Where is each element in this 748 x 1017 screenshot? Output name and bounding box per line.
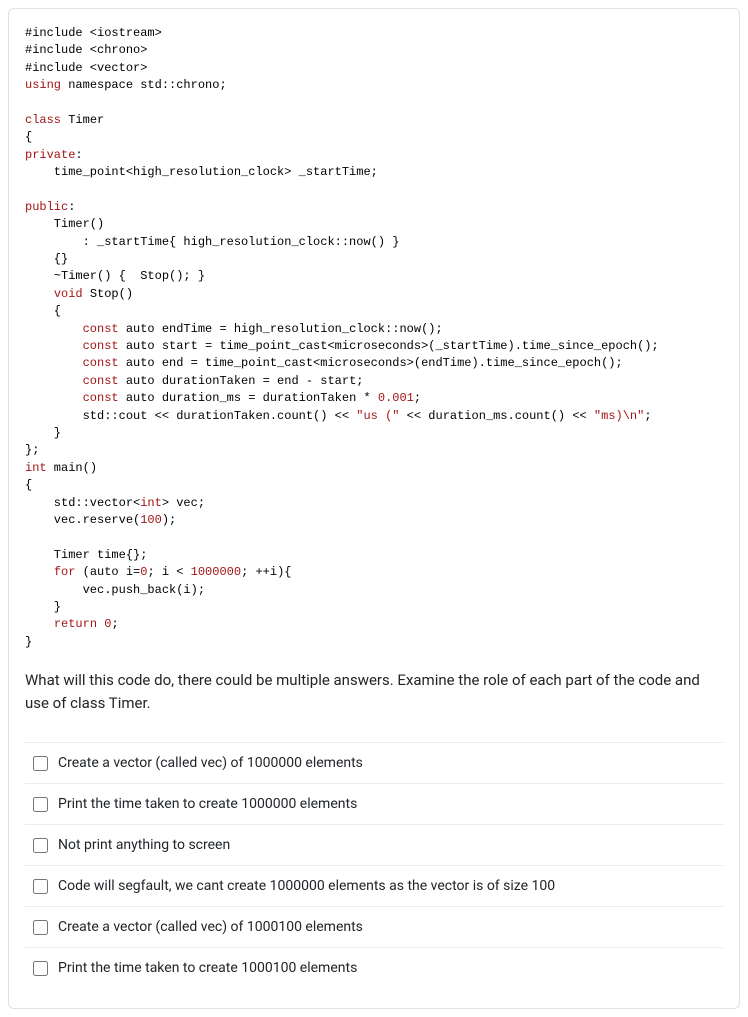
code-text: << duration_ms.count() << — [399, 409, 593, 423]
code-kw: using — [25, 78, 61, 92]
code-kw: class — [25, 113, 61, 127]
question-text: What will this code do, there could be m… — [25, 669, 723, 714]
code-text: namespace std::chrono; — [61, 78, 227, 92]
code-line: {} — [25, 252, 68, 266]
code-text: auto endTime = high_resolution_clock::no… — [119, 322, 443, 336]
code-text: ; ++i){ — [241, 565, 291, 579]
answer-checkbox[interactable] — [33, 879, 48, 894]
code-line: : _startTime{ high_resolution_clock::now… — [25, 235, 399, 249]
code-text: ; — [111, 617, 118, 631]
code-kw: const — [83, 322, 119, 336]
code-text — [25, 339, 83, 353]
code-text — [25, 287, 54, 301]
code-kw: public — [25, 200, 68, 214]
code-text: ; i < — [147, 565, 190, 579]
code-text: : — [68, 200, 75, 214]
code-line: ~Timer() { Stop(); } — [25, 269, 205, 283]
code-text: ; — [414, 391, 421, 405]
answer-checkbox[interactable] — [33, 756, 48, 771]
code-text — [25, 617, 54, 631]
code-line: { — [25, 130, 32, 144]
code-line: } — [25, 600, 61, 614]
code-text: main() — [47, 461, 97, 475]
code-text: auto duration_ms = durationTaken * — [119, 391, 378, 405]
code-line: { — [25, 304, 61, 318]
code-text: : — [75, 148, 82, 162]
answer-label: Code will segfault, we cant create 10000… — [58, 878, 555, 894]
code-text: ); — [162, 513, 176, 527]
code-text — [25, 565, 54, 579]
code-line: time_point<high_resolution_clock> _start… — [25, 165, 378, 179]
code-num: 1000000 — [191, 565, 241, 579]
code-line: { — [25, 478, 32, 492]
code-line: #include <vector> — [25, 61, 147, 75]
answer-label: Create a vector (called vec) of 1000000 … — [58, 755, 363, 771]
answer-checkbox[interactable] — [33, 838, 48, 853]
answer-checkbox[interactable] — [33, 797, 48, 812]
answer-label: Create a vector (called vec) of 1000100 … — [58, 919, 363, 935]
code-text: > vec; — [162, 496, 205, 510]
code-text — [25, 356, 83, 370]
code-kw: for — [54, 565, 76, 579]
code-line: #include <iostream> — [25, 26, 162, 40]
code-text: ; — [644, 409, 651, 423]
code-kw: private — [25, 148, 75, 162]
code-line: Timer() — [25, 217, 104, 231]
code-kw: const — [83, 391, 119, 405]
code-line: } — [25, 635, 32, 649]
answer-label: Print the time taken to create 1000000 e… — [58, 796, 357, 812]
code-text: Timer — [61, 113, 104, 127]
code-line: vec.push_back(i); — [25, 583, 205, 597]
code-kw: const — [83, 374, 119, 388]
code-kw: return — [54, 617, 97, 631]
code-str: "ms)\n" — [594, 409, 644, 423]
code-text: Stop() — [83, 287, 133, 301]
answer-label: Not print anything to screen — [58, 837, 230, 853]
code-kw: int — [140, 496, 162, 510]
code-text — [25, 322, 83, 336]
answer-option[interactable]: Not print anything to screen — [25, 824, 723, 865]
answer-checkbox[interactable] — [33, 961, 48, 976]
code-text: auto start = time_point_cast<microsecond… — [119, 339, 659, 353]
code-num: 100 — [140, 513, 162, 527]
code-line: Timer time{}; — [25, 548, 147, 562]
code-kw: int — [25, 461, 47, 475]
code-kw: const — [83, 339, 119, 353]
answer-option[interactable]: Code will segfault, we cant create 10000… — [25, 865, 723, 906]
answer-label: Print the time taken to create 1000100 e… — [58, 960, 357, 976]
code-text — [25, 391, 83, 405]
code-text: vec.reserve( — [25, 513, 140, 527]
code-text: auto end = time_point_cast<microseconds>… — [119, 356, 623, 370]
answer-option[interactable]: Create a vector (called vec) of 1000100 … — [25, 906, 723, 947]
code-line: } — [25, 426, 61, 440]
code-num: 0.001 — [378, 391, 414, 405]
code-text: std::cout << durationTaken.count() << — [25, 409, 356, 423]
code-kw: void — [54, 287, 83, 301]
code-block: #include <iostream> #include <chrono> #i… — [25, 25, 723, 651]
code-text: (auto i= — [75, 565, 140, 579]
answer-option[interactable]: Create a vector (called vec) of 1000000 … — [25, 742, 723, 783]
code-text: auto durationTaken = end - start; — [119, 374, 364, 388]
answer-option[interactable]: Print the time taken to create 1000100 e… — [25, 947, 723, 988]
code-line: }; — [25, 443, 39, 457]
code-text: std::vector< — [25, 496, 140, 510]
code-line: #include <chrono> — [25, 43, 147, 57]
code-str: "us (" — [356, 409, 399, 423]
code-kw: const — [83, 356, 119, 370]
question-card: #include <iostream> #include <chrono> #i… — [8, 8, 740, 1009]
answer-checkbox[interactable] — [33, 920, 48, 935]
answer-option[interactable]: Print the time taken to create 1000000 e… — [25, 783, 723, 824]
code-text — [25, 374, 83, 388]
